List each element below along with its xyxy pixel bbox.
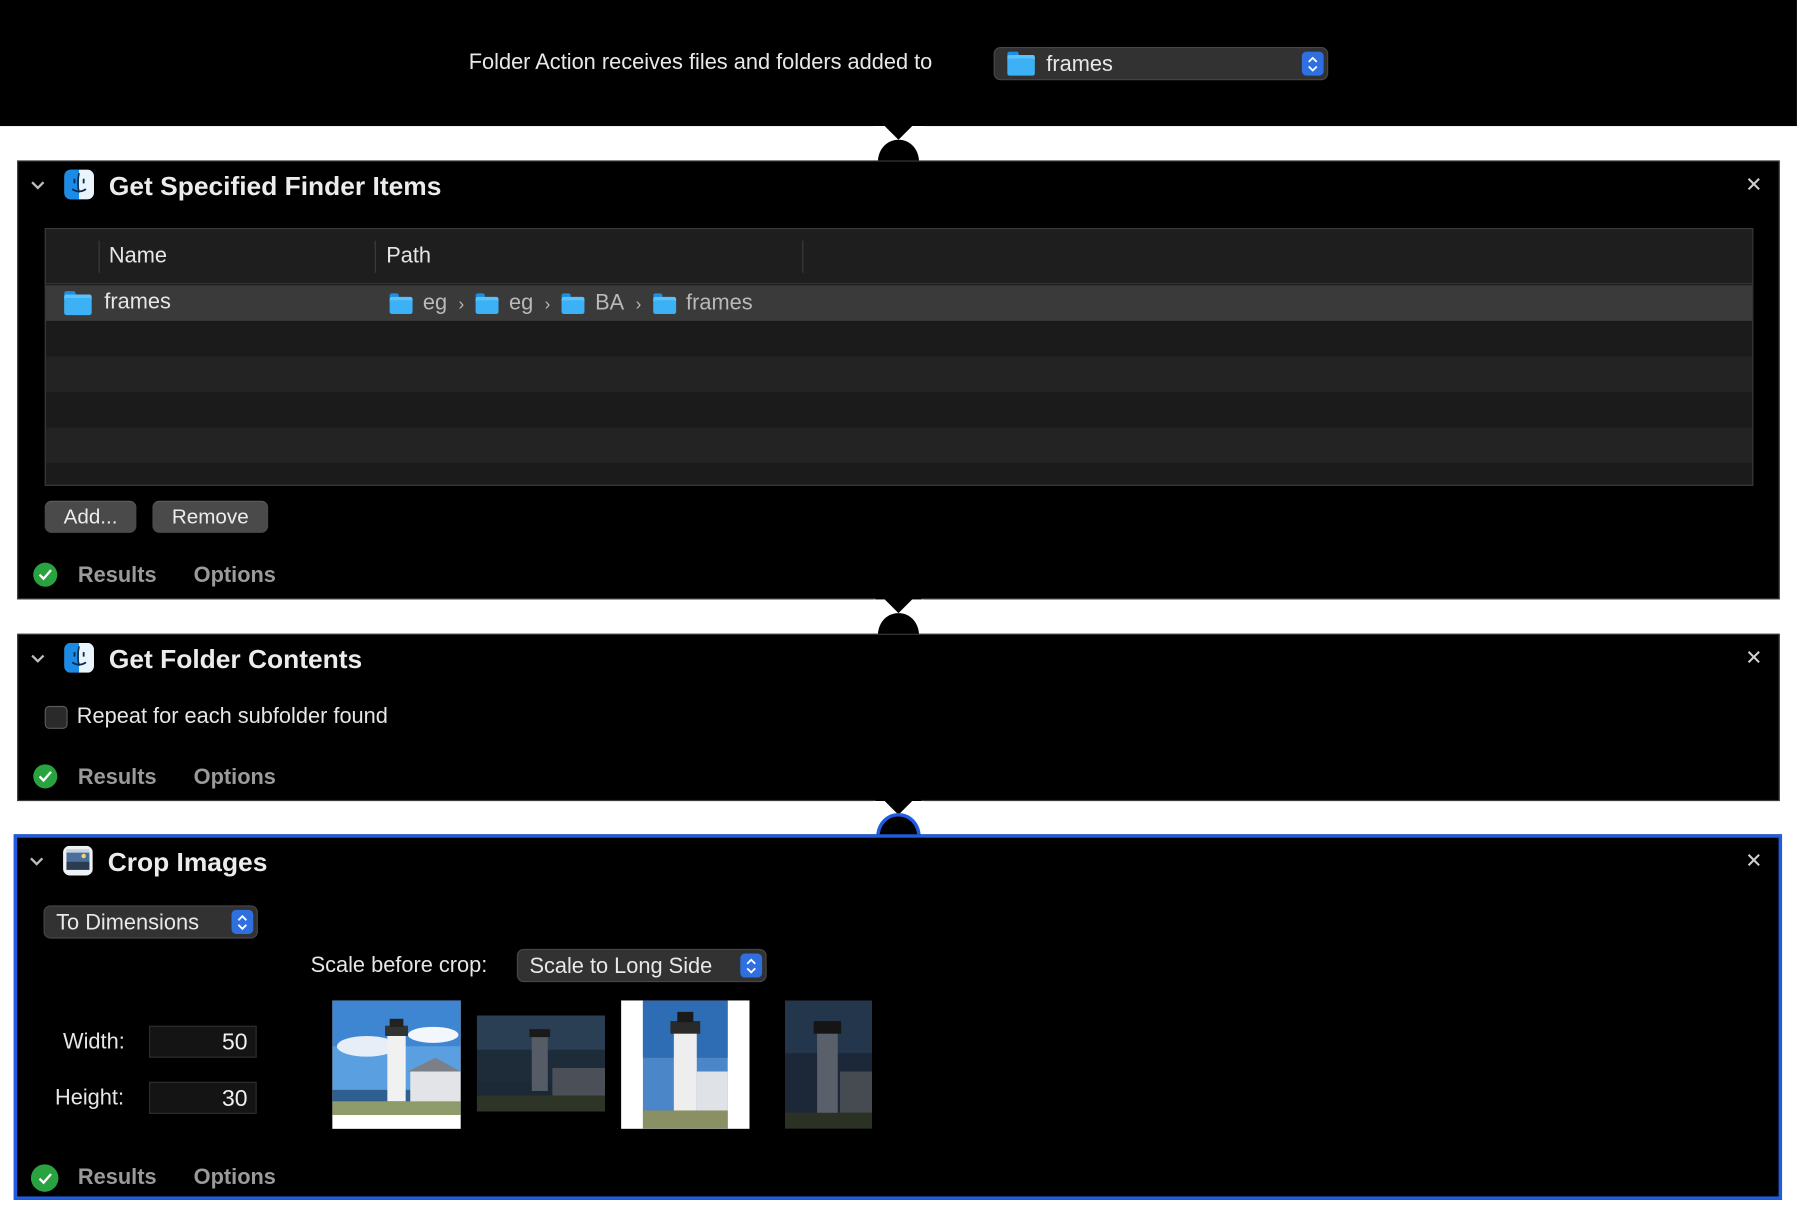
close-icon[interactable]: ✕ (1745, 173, 1762, 197)
options-tab[interactable]: Options (194, 766, 276, 791)
popup-arrows-icon (740, 953, 763, 978)
action-title: Crop Images (107, 846, 268, 877)
action-crop-images[interactable]: Crop Images ✕ To Dimensions Scale before… (13, 834, 1783, 1200)
folder-icon (475, 293, 499, 315)
path-control[interactable]: eg › eg › BA › frames (389, 291, 753, 316)
finder-icon (64, 642, 94, 673)
table-header: Name Path (45, 229, 1753, 285)
chevron-down-icon[interactable] (28, 853, 46, 871)
folder-popup-label: frames (1046, 52, 1113, 77)
table-row-empty (46, 392, 1752, 428)
column-separator (98, 240, 100, 273)
action-connector (873, 798, 924, 838)
crop-mode-label: To Dimensions (56, 911, 199, 936)
finder-items-table[interactable]: Name Path frames eg › eg › BA › frames (44, 228, 1754, 486)
scale-popup-label: Scale to Long Side (529, 954, 713, 979)
automator-workflow: Folder Action receives files and folders… (0, 0, 1797, 1222)
results-tab[interactable]: Results (78, 766, 157, 791)
action-title: Get Specified Finder Items (108, 170, 442, 201)
results-tab[interactable]: Results (78, 564, 157, 589)
folder-icon (652, 293, 676, 315)
scale-popup[interactable]: Scale to Long Side (516, 948, 767, 983)
path-segment[interactable]: eg (389, 291, 448, 316)
popup-arrows-icon (231, 909, 254, 934)
folder-icon (561, 293, 585, 315)
folder-popup[interactable]: frames (993, 46, 1329, 81)
add-button[interactable]: Add... (44, 500, 137, 533)
checkmark-icon (33, 764, 58, 789)
repeat-subfolder-checkbox[interactable] (44, 705, 68, 729)
remove-button[interactable]: Remove (152, 500, 269, 533)
height-label: Height: (55, 1086, 125, 1111)
chevron-right-icon: › (635, 293, 642, 314)
crop-mode-popup[interactable]: To Dimensions (43, 905, 258, 939)
table-row-empty (46, 463, 1752, 485)
repeat-subfolder-label[interactable]: Repeat for each subfolder found (77, 705, 388, 730)
home-folder-icon (389, 293, 413, 315)
checkmark-icon (30, 1164, 59, 1192)
table-row-empty (46, 321, 1752, 357)
table-row-empty (45, 356, 1753, 392)
crop-preview-original (332, 1000, 461, 1129)
action-get-specified-finder-items[interactable]: Get Specified Finder Items ✕ Name Path f… (17, 160, 1780, 600)
table-row-empty (45, 427, 1753, 463)
column-separator (374, 240, 376, 273)
row-name: frames (104, 289, 171, 315)
chevron-right-icon: › (458, 293, 465, 314)
action-title: Get Folder Contents (108, 644, 363, 674)
action-connector (873, 123, 924, 163)
preview-icon (63, 845, 93, 876)
crop-preview-cropped (621, 1000, 750, 1129)
column-header-path[interactable]: Path (386, 244, 431, 269)
scale-before-crop-label: Scale before crop: (310, 953, 488, 978)
close-icon[interactable]: ✕ (1745, 849, 1762, 873)
crop-preview-final (785, 1000, 873, 1129)
options-tab[interactable]: Options (194, 1165, 276, 1190)
width-label: Width: (63, 1030, 125, 1055)
action-connector (873, 597, 924, 637)
width-field[interactable]: 50 (148, 1025, 257, 1058)
chevron-down-icon[interactable] (29, 650, 47, 668)
folder-icon (64, 291, 92, 316)
chevron-right-icon: › (544, 293, 551, 314)
header-caption: Folder Action receives files and folders… (468, 50, 933, 75)
path-segment-label: BA (595, 291, 625, 316)
path-segment-label: eg (508, 291, 534, 316)
options-tab[interactable]: Options (194, 564, 276, 589)
column-header-name[interactable]: Name (109, 244, 167, 269)
workflow-header: Folder Action receives files and folders… (0, 0, 1797, 127)
action-get-folder-contents[interactable]: Get Folder Contents ✕ Repeat for each su… (17, 633, 1780, 802)
column-separator (802, 240, 804, 273)
path-segment[interactable]: eg (475, 291, 534, 316)
chevron-down-icon[interactable] (29, 176, 47, 194)
path-segment[interactable]: frames (652, 291, 753, 316)
popup-arrows-icon (1301, 51, 1324, 76)
crop-preview-scaled (476, 1015, 606, 1112)
path-segment[interactable]: BA (561, 291, 625, 316)
table-row[interactable]: frames eg › eg › BA › frames (45, 285, 1753, 321)
folder-icon (1007, 51, 1035, 76)
path-segment-label: frames (686, 291, 753, 316)
checkmark-icon (33, 562, 58, 587)
close-icon[interactable]: ✕ (1745, 646, 1762, 670)
height-field[interactable]: 30 (148, 1081, 257, 1114)
path-segment-label: eg (422, 291, 448, 316)
results-tab[interactable]: Results (78, 1165, 157, 1190)
finder-icon (64, 169, 94, 200)
